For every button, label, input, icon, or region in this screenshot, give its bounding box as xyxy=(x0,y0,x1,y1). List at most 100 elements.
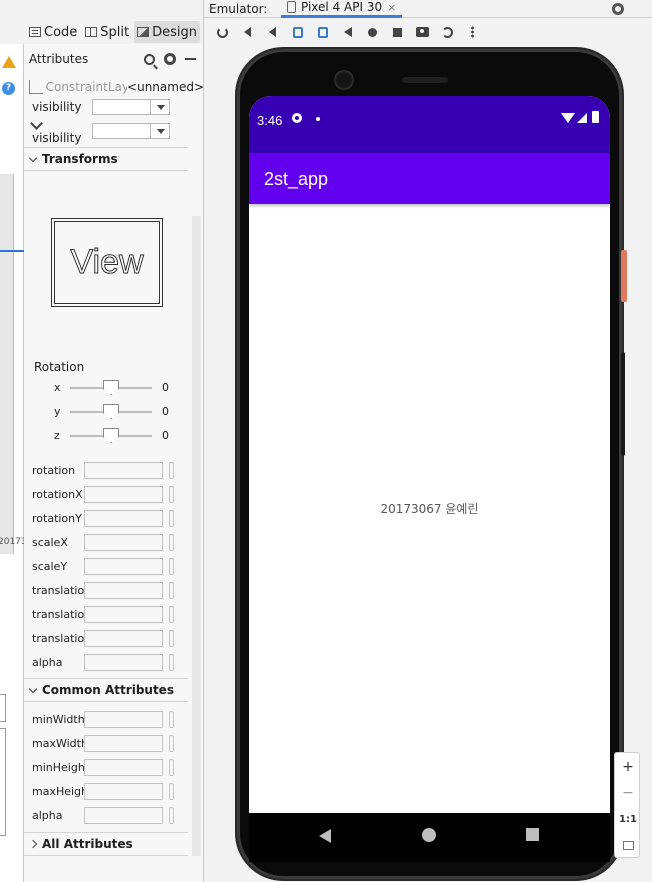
prop-input[interactable] xyxy=(84,605,163,623)
tools-visibility-dropdown[interactable] xyxy=(92,123,170,139)
prop-input[interactable] xyxy=(84,581,163,599)
power-side-button[interactable] xyxy=(621,250,627,302)
volume-down-icon xyxy=(269,27,276,37)
status-bar: 3:46 xyxy=(249,96,610,153)
prop-alpha-common: alpha xyxy=(24,806,194,824)
prop-picker[interactable] xyxy=(169,533,174,551)
slider-thumb[interactable] xyxy=(103,380,119,395)
zoom-actual-size-button[interactable]: 1:1 xyxy=(615,807,641,831)
chevron-down-icon xyxy=(28,153,38,162)
design-canvas[interactable] xyxy=(0,174,14,554)
prop-picker[interactable] xyxy=(169,605,174,623)
wrench-icon xyxy=(30,117,43,130)
tab-pixel-4[interactable]: Pixel 4 API 30 × xyxy=(281,0,403,18)
prop-picker[interactable] xyxy=(169,710,174,728)
prop-input[interactable] xyxy=(84,710,163,728)
prop-alpha: alpha xyxy=(24,653,194,671)
rotation-x-slider[interactable]: x 0 xyxy=(24,379,194,397)
snapshot-icon xyxy=(442,26,453,38)
overview-button[interactable] xyxy=(385,23,410,41)
all-attributes-section[interactable]: All Attributes xyxy=(24,832,188,856)
design-view-button[interactable]: Design xyxy=(134,21,200,43)
zoom-out-button[interactable]: − xyxy=(615,781,641,805)
design-icon xyxy=(137,27,150,37)
prop-picker[interactable] xyxy=(169,557,174,575)
component-row: ConstraintLay... <unnamed> xyxy=(24,78,204,96)
slider-thumb[interactable] xyxy=(103,428,119,443)
screenshot-button[interactable] xyxy=(410,23,435,41)
prop-input[interactable] xyxy=(84,557,163,575)
prop-input[interactable] xyxy=(84,782,163,800)
overview-icon xyxy=(393,27,402,37)
volume-up-button[interactable] xyxy=(235,23,260,41)
split-icon xyxy=(85,27,98,37)
transforms-section[interactable]: Transforms xyxy=(24,147,188,171)
rotate-right-button[interactable] xyxy=(310,23,335,41)
prop-input[interactable] xyxy=(84,758,163,776)
prop-input[interactable] xyxy=(84,629,163,647)
volume-up-icon xyxy=(244,27,251,37)
front-camera xyxy=(334,70,354,90)
code-icon xyxy=(29,27,41,37)
earpiece-speaker xyxy=(402,77,448,83)
zoom-fit-button[interactable] xyxy=(615,833,641,857)
zoom-in-button[interactable]: + xyxy=(615,755,641,779)
chevron-right-icon xyxy=(28,839,38,849)
split-view-button[interactable]: Split xyxy=(82,21,132,43)
rotation-y-slider[interactable]: y 0 xyxy=(24,403,194,421)
volume-down-button[interactable] xyxy=(260,23,285,41)
minimize-icon[interactable] xyxy=(185,58,196,60)
search-icon[interactable] xyxy=(144,53,155,65)
prop-picker[interactable] xyxy=(169,461,174,479)
prop-input[interactable] xyxy=(84,533,163,551)
emulator-tabbar: Emulator: Pixel 4 API 30 × xyxy=(204,0,652,18)
prop-picker[interactable] xyxy=(169,581,174,599)
nav-back-icon[interactable] xyxy=(319,829,331,843)
snapshot-button[interactable] xyxy=(435,23,460,41)
prop-input[interactable] xyxy=(84,806,163,824)
back-button[interactable] xyxy=(335,23,360,41)
nav-home-icon[interactable] xyxy=(422,828,436,842)
nav-recents-icon[interactable] xyxy=(526,828,539,841)
prop-input[interactable] xyxy=(84,485,163,503)
prop-picker[interactable] xyxy=(169,629,174,647)
attributes-header: Attributes xyxy=(24,44,204,74)
slider-thumb[interactable] xyxy=(103,404,119,419)
prop-input[interactable] xyxy=(84,734,163,752)
status-time: 3:46 xyxy=(257,113,283,128)
prop-scaleX: scaleX xyxy=(24,533,194,551)
gear-icon[interactable] xyxy=(612,2,624,15)
device-screen[interactable]: 3:46 2st_app 20173067 윤예린 xyxy=(249,96,610,862)
prop-picker[interactable] xyxy=(169,758,174,776)
prop-input[interactable] xyxy=(84,653,163,671)
warning-icon[interactable] xyxy=(2,56,16,68)
more-icon xyxy=(471,26,474,38)
rotation-z-slider[interactable]: z 0 xyxy=(24,427,194,445)
prop-picker[interactable] xyxy=(169,485,174,503)
prop-input[interactable] xyxy=(84,509,163,527)
more-button[interactable] xyxy=(460,23,485,41)
prop-picker[interactable] xyxy=(169,734,174,752)
volume-side-button[interactable] xyxy=(621,352,625,456)
prop-rotation: rotation xyxy=(24,461,194,479)
prop-translationX: translatio... xyxy=(24,581,194,599)
rotate-right-icon xyxy=(317,26,328,38)
home-icon xyxy=(368,27,377,37)
close-icon[interactable]: × xyxy=(387,1,396,14)
common-attributes-section[interactable]: Common Attributes xyxy=(24,678,188,702)
notification-dot-icon xyxy=(316,117,320,121)
prop-picker[interactable] xyxy=(169,806,174,824)
rotate-left-button[interactable] xyxy=(285,23,310,41)
prop-picker[interactable] xyxy=(169,653,174,671)
prop-picker[interactable] xyxy=(169,509,174,527)
code-view-button[interactable]: Code xyxy=(26,21,80,43)
prop-picker[interactable] xyxy=(169,782,174,800)
home-button[interactable] xyxy=(360,23,385,41)
visibility-dropdown[interactable] xyxy=(92,99,170,115)
help-icon[interactable]: ? xyxy=(2,82,15,95)
gear-icon[interactable] xyxy=(164,53,176,65)
view-mode-bar: Code Split Design xyxy=(0,20,204,44)
power-button[interactable] xyxy=(210,23,235,41)
prop-input[interactable] xyxy=(84,461,163,479)
transform-preview: View xyxy=(51,218,163,307)
